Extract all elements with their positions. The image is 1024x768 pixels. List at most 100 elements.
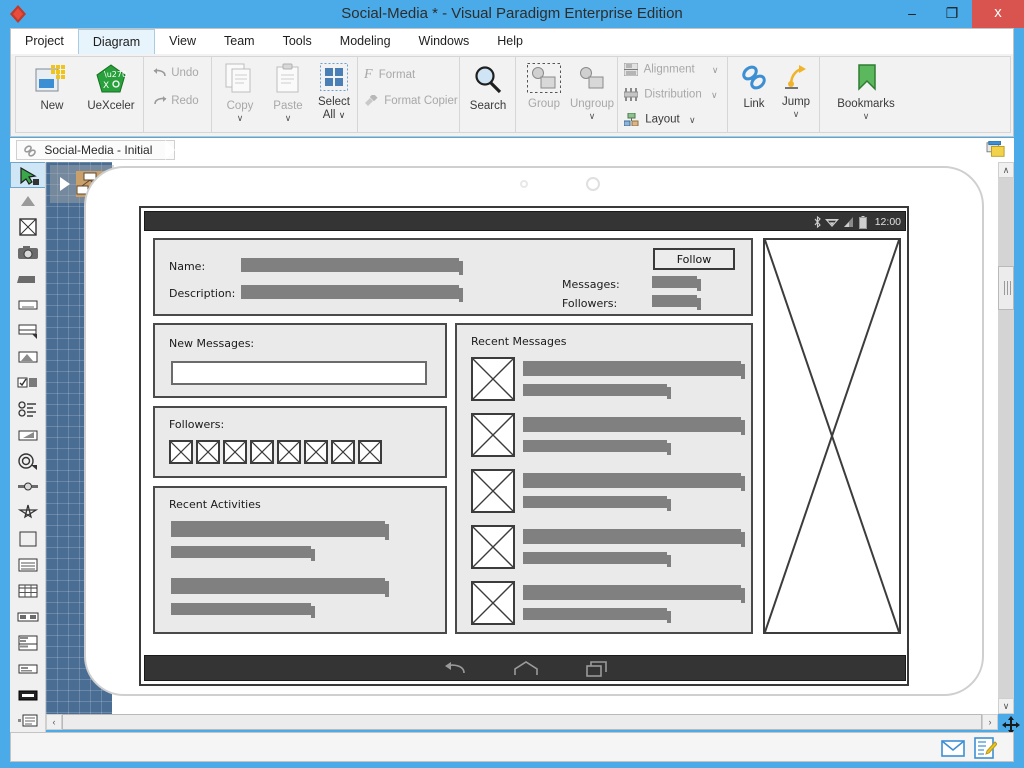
distribution-button[interactable]: Distribution ∨ xyxy=(623,88,718,101)
paste-chevron-down-icon[interactable]: ∨ xyxy=(266,114,310,123)
palette-rectangle-tool[interactable] xyxy=(10,526,45,552)
recent-message-item[interactable] xyxy=(457,467,755,523)
follower-avatar-placeholder[interactable] xyxy=(250,440,274,464)
palette-button-tool[interactable] xyxy=(10,682,45,708)
message-envelope-icon[interactable] xyxy=(941,737,965,759)
recent-message-item[interactable] xyxy=(457,411,755,467)
home-icon[interactable] xyxy=(514,660,538,677)
distribution-chevron-down-icon[interactable]: ∨ xyxy=(711,90,718,100)
menu-item-modeling[interactable]: Modeling xyxy=(326,29,405,54)
menu-item-help[interactable]: Help xyxy=(483,29,537,54)
ungroup-button[interactable]: Ungroup ∨ xyxy=(568,63,616,121)
diagram-navigator-icon[interactable] xyxy=(986,141,1006,159)
close-button[interactable]: x xyxy=(972,0,1024,28)
palette-pointer-tool[interactable] xyxy=(10,162,45,188)
recent-messages-list xyxy=(457,355,755,635)
follower-avatar-placeholder[interactable] xyxy=(223,440,247,464)
follower-avatar-placeholder[interactable] xyxy=(304,440,328,464)
palette-panel-tool[interactable] xyxy=(10,318,45,344)
scroll-down-button[interactable]: ∨ xyxy=(998,698,1014,714)
bookmarks-button[interactable]: Bookmarks ∨ xyxy=(826,63,906,121)
message-avatar-placeholder xyxy=(471,413,515,457)
recents-icon[interactable] xyxy=(586,660,608,677)
follower-avatar-placeholder[interactable] xyxy=(169,440,193,464)
follow-button[interactable]: Follow xyxy=(653,248,735,270)
alignment-button[interactable]: Alignment ∨ xyxy=(623,62,719,77)
bookmarks-chevron-down-icon[interactable]: ∨ xyxy=(826,112,906,121)
palette-radio-list-tool[interactable] xyxy=(10,396,45,422)
menu-item-project[interactable]: Project xyxy=(11,29,78,54)
vertical-scroll-thumb[interactable] xyxy=(998,266,1014,310)
recent-message-item[interactable] xyxy=(457,355,755,411)
new-message-input[interactable] xyxy=(171,361,428,386)
undo-button[interactable]: Undo xyxy=(152,67,199,79)
recent-message-item[interactable] xyxy=(457,523,755,579)
scroll-left-button[interactable]: ‹ xyxy=(46,714,62,730)
scroll-up-button[interactable]: ∧ xyxy=(998,162,1014,178)
follower-avatar-placeholder[interactable] xyxy=(196,440,220,464)
paste-button[interactable]: Paste ∨ xyxy=(266,63,310,123)
image-cross-icon xyxy=(252,442,272,462)
palette-split-tool[interactable] xyxy=(10,604,45,630)
recent-message-item[interactable] xyxy=(457,579,755,635)
palette-tree-tool[interactable] xyxy=(10,708,45,734)
palette-checkbox-tool[interactable] xyxy=(10,370,45,396)
minimize-button[interactable]: – xyxy=(892,0,932,28)
canvas-vertical-scrollbar[interactable]: ∧ ∨ xyxy=(998,162,1014,714)
layout-button[interactable]: Layout ∨ xyxy=(623,112,696,127)
copy-button[interactable]: Copy ∨ xyxy=(218,63,262,123)
palette-toggle-tool[interactable] xyxy=(10,474,45,500)
palette-layout-tool[interactable] xyxy=(10,630,45,656)
alignment-chevron-down-icon[interactable]: ∨ xyxy=(712,65,719,75)
palette-star-tool[interactable] xyxy=(10,500,45,526)
followers-count-label: Followers: xyxy=(562,297,618,310)
palette-label-tool[interactable] xyxy=(10,656,45,682)
palette-list-tool[interactable] xyxy=(10,552,45,578)
horizontal-scroll-thumb[interactable] xyxy=(62,714,982,730)
diagram-canvas[interactable]: 12:00 Name: Description: Follow Messages… xyxy=(46,162,998,714)
undo-label: Undo xyxy=(171,67,199,80)
palette-spinner-tool[interactable] xyxy=(10,448,45,474)
menu-item-tools[interactable]: Tools xyxy=(269,29,326,54)
select-all-chevron-down-icon[interactable]: ∨ xyxy=(339,110,346,120)
canvas-horizontal-scrollbar[interactable]: ‹ › xyxy=(46,714,998,730)
palette-image-tool[interactable] xyxy=(10,214,45,240)
palette-text-field-tool[interactable] xyxy=(10,292,45,318)
scroll-right-button[interactable]: › xyxy=(982,714,998,730)
ribbon-group-history: Undo Redo xyxy=(144,57,212,132)
palette-bar-tool[interactable] xyxy=(10,266,45,292)
link-button[interactable]: Link xyxy=(732,63,776,111)
follower-avatar-placeholder[interactable] xyxy=(358,440,382,464)
maximize-button[interactable]: ❐ xyxy=(932,0,972,28)
menu-item-diagram[interactable]: Diagram xyxy=(77,29,156,55)
copy-chevron-down-icon[interactable]: ∨ xyxy=(218,114,262,123)
palette-table-tool[interactable] xyxy=(10,578,45,604)
follower-avatar-placeholder[interactable] xyxy=(331,440,355,464)
group-button[interactable]: Group xyxy=(520,63,568,111)
search-button[interactable]: Search xyxy=(466,65,510,113)
note-edit-icon[interactable] xyxy=(973,737,997,759)
back-icon[interactable] xyxy=(444,661,466,677)
format-button[interactable]: F Format xyxy=(364,67,415,83)
new-button[interactable]: New xyxy=(24,63,80,113)
activity-line-long xyxy=(171,578,389,597)
palette-shape-tool[interactable] xyxy=(10,344,45,370)
palette-marquee-tool[interactable] xyxy=(10,188,45,214)
menu-item-team[interactable]: Team xyxy=(210,29,269,54)
menu-item-view[interactable]: View xyxy=(155,29,210,54)
uexceler-button[interactable]: \u2709 X UeXceler xyxy=(82,63,140,113)
palette-camera-tool[interactable] xyxy=(10,240,45,266)
select-all-button[interactable]: Select All ∨ xyxy=(312,63,356,122)
breadcrumb[interactable]: Social-Media - Initial xyxy=(16,140,176,160)
image-cross-icon xyxy=(279,442,299,462)
ungroup-chevron-down-icon[interactable]: ∨ xyxy=(568,112,616,121)
format-copier-button[interactable]: Format Copier xyxy=(364,93,458,107)
redo-button[interactable]: Redo xyxy=(152,95,199,107)
jump-button[interactable]: Jump ∨ xyxy=(774,63,818,119)
follower-avatar-placeholder[interactable] xyxy=(277,440,301,464)
jump-chevron-down-icon[interactable]: ∨ xyxy=(774,110,818,119)
palette-slider-tool[interactable] xyxy=(10,422,45,448)
expand-arrow-icon[interactable] xyxy=(60,177,70,191)
menu-item-windows[interactable]: Windows xyxy=(405,29,484,54)
layout-chevron-down-icon[interactable]: ∨ xyxy=(689,115,696,125)
